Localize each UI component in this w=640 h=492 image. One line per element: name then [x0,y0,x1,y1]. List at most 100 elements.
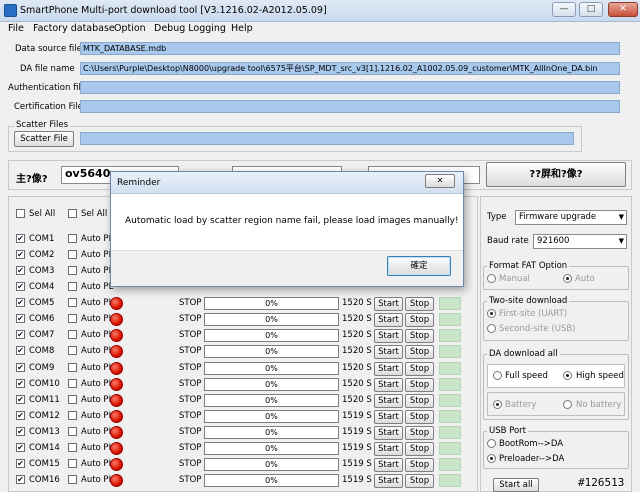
stop-button[interactable]: Stop [405,426,434,440]
start-button[interactable]: Start [374,378,403,392]
data-source-field[interactable]: MTK_DATABASE.mdb [80,42,620,55]
no-battery-radio[interactable] [563,400,572,409]
maximize-button[interactable]: □ [579,2,603,17]
auto-pl-checkbox[interactable] [68,411,77,420]
auto-pl-checkbox[interactable] [68,346,77,355]
auto-pl-checkbox[interactable] [68,314,77,323]
menu-file[interactable]: File [8,23,24,34]
stop-button[interactable]: Stop [405,442,434,456]
auto-pl-checkbox[interactable] [68,282,77,291]
second-site-radio[interactable] [487,324,496,333]
com-checkbox[interactable]: ✔ [16,427,25,436]
auto-pl-checkbox[interactable] [68,363,77,372]
type-select[interactable]: Firmware upgrade ▼ [515,210,627,225]
auto-pl-label: Auto PL [81,363,114,373]
screen-image-button[interactable]: ??屏和?像? [486,162,626,187]
progress-bar: 0% [204,458,339,471]
first-site-radio[interactable] [487,309,496,318]
com-checkbox[interactable]: ✔ [16,314,25,323]
format-auto-radio[interactable] [563,274,572,283]
stop-button[interactable]: Stop [405,394,434,408]
start-button[interactable]: Start [374,313,403,327]
com-checkbox[interactable]: ✔ [16,459,25,468]
com-checkbox[interactable]: ✔ [16,346,25,355]
select-all-left-checkbox[interactable] [16,209,25,218]
speed-label: 1519 S [342,411,372,421]
da-file-field[interactable]: C:\Users\Purple\Desktop\N8000\upgrade to… [80,62,620,75]
com-checkbox[interactable]: ✔ [16,330,25,339]
com-checkbox[interactable]: ✔ [16,379,25,388]
stop-button[interactable]: Stop [405,378,434,392]
two-site-group [483,301,629,341]
stop-button[interactable]: Stop [405,458,434,472]
window-title: SmartPhone Multi-port download tool [V3.… [20,5,327,16]
status-label: STOP [179,459,202,469]
minimize-button[interactable]: — [552,2,576,17]
ok-button[interactable]: 確定 [387,256,451,276]
menu-debug-logging[interactable]: Debug Logging [154,23,226,34]
com-checkbox[interactable]: ✔ [16,363,25,372]
scatter-file-button[interactable]: Scatter File [14,131,74,147]
com-checkbox[interactable]: ✔ [16,411,25,420]
com-checkbox[interactable]: ✔ [16,443,25,452]
start-button[interactable]: Start [374,458,403,472]
baud-rate-select[interactable]: 921600 ▼ [533,234,627,249]
auto-pl-checkbox[interactable] [68,395,77,404]
auto-pl-checkbox[interactable] [68,250,77,259]
scatter-file-field[interactable] [80,132,574,145]
com-checkbox[interactable]: ✔ [16,395,25,404]
authentication-field[interactable] [80,81,620,94]
start-all-button[interactable]: Start all [493,478,539,492]
high-speed-radio[interactable] [563,371,572,380]
auto-pl-checkbox[interactable] [68,443,77,452]
stop-button[interactable]: Stop [405,362,434,376]
start-button[interactable]: Start [374,474,403,488]
stop-button[interactable]: Stop [405,474,434,488]
start-button[interactable]: Start [374,362,403,376]
com-checkbox[interactable]: ✔ [16,266,25,275]
auto-pl-checkbox[interactable] [68,379,77,388]
start-button[interactable]: Start [374,442,403,456]
start-button[interactable]: Start [374,410,403,424]
com-checkbox[interactable]: ✔ [16,282,25,291]
full-speed-radio[interactable] [493,371,502,380]
menu-help[interactable]: Help [231,23,253,34]
auto-pl-checkbox[interactable] [68,330,77,339]
format-manual-radio[interactable] [487,274,496,283]
status-label: STOP [179,427,202,437]
stop-button[interactable]: Stop [405,345,434,359]
stop-button[interactable]: Stop [405,329,434,343]
auto-pl-label: Auto PL [81,314,114,324]
auto-pl-checkbox[interactable] [68,266,77,275]
dialog-close-icon[interactable]: ✕ [425,174,455,188]
auto-pl-checkbox[interactable] [68,427,77,436]
select-all-right-checkbox[interactable] [68,209,77,218]
progress-bar: 0% [204,329,339,342]
start-button[interactable]: Start [374,345,403,359]
menu-factory-database[interactable]: Factory database [33,23,115,34]
bootrom-radio[interactable] [487,439,496,448]
stop-button[interactable]: Stop [405,313,434,327]
com-checkbox[interactable]: ✔ [16,298,25,307]
com-checkbox[interactable]: ✔ [16,250,25,259]
auto-pl-checkbox[interactable] [68,459,77,468]
auto-pl-checkbox[interactable] [68,475,77,484]
battery-radio[interactable] [493,400,502,409]
start-button[interactable]: Start [374,329,403,343]
second-site-label: Second-site (USB) [499,324,576,334]
com-checkbox[interactable]: ✔ [16,234,25,243]
auto-pl-checkbox[interactable] [68,234,77,243]
start-button[interactable]: Start [374,426,403,440]
auto-pl-checkbox[interactable] [68,298,77,307]
com-checkbox[interactable]: ✔ [16,475,25,484]
stop-button[interactable]: Stop [405,410,434,424]
preloader-radio[interactable] [487,454,496,463]
menu-option[interactable]: Option [114,23,146,34]
close-button[interactable]: ✕ [608,2,638,17]
stop-button[interactable]: Stop [405,297,434,311]
auto-pl-label: Auto PL [81,298,114,308]
certification-field[interactable] [80,100,620,113]
start-button[interactable]: Start [374,394,403,408]
start-button[interactable]: Start [374,297,403,311]
status-label: STOP [179,314,202,324]
